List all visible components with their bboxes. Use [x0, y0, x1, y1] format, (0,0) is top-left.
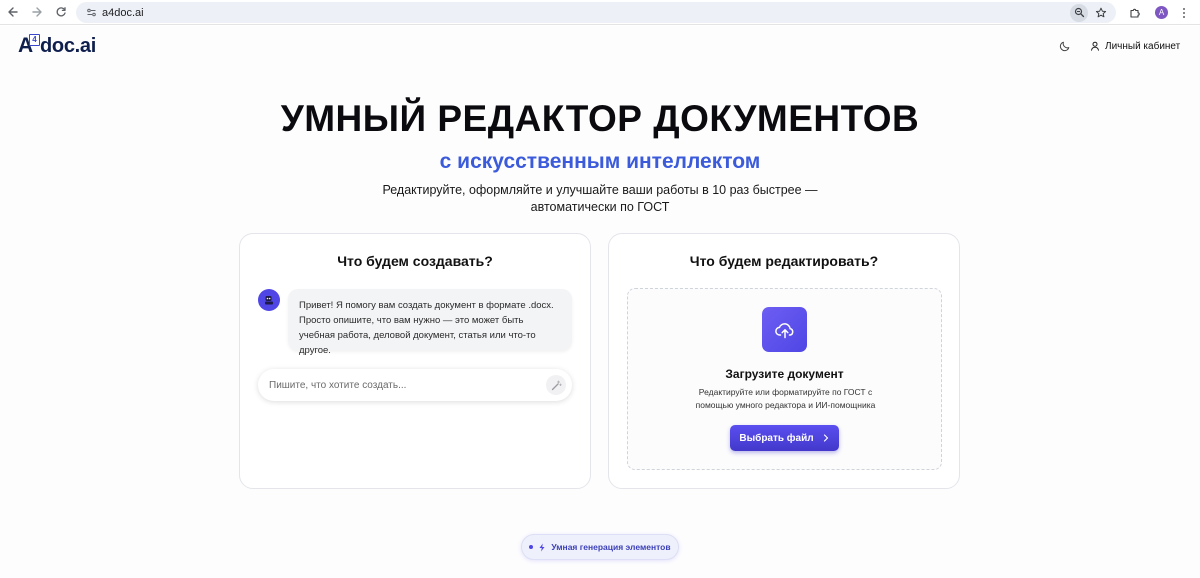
nav-buttons: [1, 0, 73, 24]
url-text[interactable]: a4doc.ai: [102, 7, 144, 19]
page: A 4 doc.ai Личный кабинет УМНЫЙ РЕДАКТОР…: [0, 26, 1200, 578]
extensions-puzzle-icon[interactable]: [1121, 7, 1149, 19]
site-header: A 4 doc.ai Личный кабинет: [0, 26, 1200, 66]
account-label: Личный кабинет: [1105, 40, 1181, 52]
bookmark-star-icon[interactable]: [1092, 4, 1110, 22]
choose-file-button[interactable]: Выбрать файл: [730, 425, 839, 451]
magic-wand-icon[interactable]: [546, 375, 566, 395]
site-info-icon[interactable]: [80, 7, 102, 18]
back-icon[interactable]: [1, 0, 25, 24]
upload-dropzone[interactable]: Загрузите документ Редактируйте или форм…: [627, 288, 942, 470]
edit-card-title: Что будем редактировать?: [689, 253, 879, 269]
edit-card: Что будем редактировать? Загрузите докум…: [608, 233, 960, 489]
account-link[interactable]: Личный кабинет: [1090, 38, 1180, 54]
user-icon: [1091, 41, 1099, 51]
forward-icon[interactable]: [25, 0, 49, 24]
pill-dot: [529, 545, 534, 549]
hero-subtitle: с искусственным интеллектом: [439, 150, 761, 173]
browser-menu-icon[interactable]: [1176, 7, 1192, 18]
cloud-upload-icon: [762, 307, 807, 352]
bot-message: Привет! Я помогу вам создать документ в …: [288, 289, 572, 356]
hero-title: УМНЫЙ РЕДАКТОР ДОКУМЕНТОВ: [280, 98, 920, 139]
upload-title: Загрузите документ: [725, 367, 844, 381]
omnibox-actions: [1070, 2, 1110, 23]
upload-description: Редактируйте или форматируйте по ГОСТ с …: [695, 387, 876, 410]
bot-avatar-icon: [258, 289, 280, 311]
browser-toolbar: a4doc.ai A: [0, 0, 1200, 25]
lightning-icon: [539, 543, 545, 551]
moon-icon[interactable]: [1057, 38, 1073, 54]
create-card-title: Что будем создавать?: [337, 253, 493, 269]
create-card: Что будем создавать? Привет! Я помогу ва…: [239, 233, 591, 489]
logo[interactable]: A 4 doc.ai: [18, 34, 96, 58]
create-prompt-input[interactable]: [269, 379, 539, 391]
choose-file-label: Выбрать файл: [739, 432, 814, 444]
zoom-icon[interactable]: [1070, 3, 1088, 22]
chevron-right-icon: [823, 434, 828, 442]
browser-right-controls: A: [1121, 0, 1200, 25]
prompt-box[interactable]: [258, 369, 572, 401]
logo-badge: 4: [29, 34, 40, 46]
hero-description: Редактируйте, оформляйте и улучшайте ваш…: [382, 183, 818, 214]
logo-text: doc.ai: [40, 34, 96, 57]
address-bar[interactable]: a4doc.ai: [76, 2, 1116, 23]
logo-mark: A 4: [18, 34, 40, 57]
profile-avatar[interactable]: A: [1155, 6, 1168, 19]
feature-pill[interactable]: Умная генерация элементов: [521, 534, 679, 560]
reload-icon[interactable]: [49, 0, 73, 24]
feature-pill-label: Умная генерация элементов: [551, 542, 671, 552]
